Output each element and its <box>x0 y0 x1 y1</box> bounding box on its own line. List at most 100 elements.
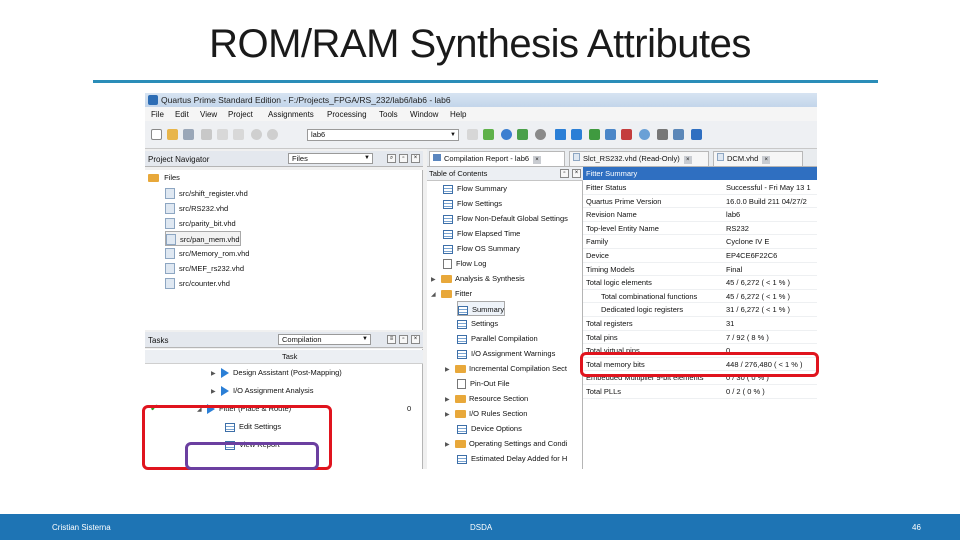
toc-item[interactable]: Flow Settings <box>443 196 502 211</box>
menu-view[interactable]: View <box>200 110 217 119</box>
vhdl-file-icon <box>165 263 175 274</box>
settings-icon[interactable] <box>517 129 528 140</box>
summary-value: 7 / 92 ( 8 % ) <box>726 332 769 342</box>
toc-item[interactable]: Settings <box>457 316 498 331</box>
close-icon[interactable]: × <box>572 169 581 178</box>
help-icon[interactable] <box>691 129 702 140</box>
summary-value: 31 / 6,272 ( < 1 % ) <box>726 305 790 315</box>
file-item-selected[interactable]: src/pan_mem.vhd <box>165 231 241 246</box>
toc-item[interactable]: Flow Elapsed Time <box>443 226 520 241</box>
toc-item[interactable]: Estimated Delay Added for H <box>457 451 567 466</box>
rtl-viewer-icon[interactable] <box>639 129 650 140</box>
close-icon[interactable]: × <box>411 154 420 163</box>
close-icon[interactable]: × <box>533 156 542 164</box>
save-icon[interactable] <box>183 129 194 140</box>
toc-folder[interactable]: ▶ I/O Rules Section <box>445 406 527 421</box>
fitter-summary-header: Fitter Summary <box>583 167 817 180</box>
start-analysis-icon[interactable] <box>571 129 582 140</box>
close-icon[interactable]: × <box>411 335 420 344</box>
files-root[interactable]: Files <box>148 170 180 185</box>
toc-folder[interactable]: ▶ Analysis & Synthesis <box>431 271 525 286</box>
programmer-icon[interactable] <box>621 129 632 140</box>
toc-item[interactable]: Pin-Out File <box>457 376 510 391</box>
task-design-assistant[interactable]: ▶ Design Assistant (Post-Mapping) <box>211 365 342 380</box>
restore-icon[interactable]: ▫ <box>399 335 408 344</box>
tab-slct-rs232[interactable]: Slct_RS232.vhd (Read-Only) × <box>569 151 709 166</box>
toc-folder[interactable]: ▶ Resource Section <box>445 391 528 406</box>
file-item[interactable]: src/counter.vhd <box>165 276 230 291</box>
menu-assignments[interactable]: Assignments <box>268 110 314 119</box>
task-io-assignment-analysis[interactable]: ▶ I/O Assignment Analysis <box>211 383 313 398</box>
flow-select[interactable]: Compilation ▼ <box>278 334 371 345</box>
stop-icon[interactable] <box>535 129 546 140</box>
paste-icon[interactable] <box>233 129 244 140</box>
file-item[interactable]: src/Memory_rom.vhd <box>165 246 249 261</box>
summary-row: Total logic elements 45 / 6,272 ( < 1 % ) <box>583 276 817 290</box>
timing-analyzer-icon[interactable] <box>589 129 600 140</box>
toc-item[interactable]: Flow Log <box>443 256 486 271</box>
chevron-right-icon: ▶ <box>211 389 216 395</box>
file-item[interactable]: src/parity_bit.vhd <box>165 216 236 231</box>
netlist-icon[interactable] <box>673 129 684 140</box>
toc-item[interactable]: Flow OS Summary <box>443 241 520 256</box>
navigator-view-select[interactable]: Files ▼ <box>288 153 373 164</box>
undo-icon[interactable] <box>251 129 262 140</box>
restore-icon[interactable]: ▫ <box>399 154 408 163</box>
menu-tools[interactable]: Tools <box>379 110 398 119</box>
menu-project[interactable]: Project <box>228 110 253 119</box>
vhdl-file-icon <box>165 203 175 214</box>
search-icon[interactable]: ⌕ <box>387 154 396 163</box>
toc-folder[interactable]: ▶ Operating Settings and Condi <box>445 436 567 451</box>
toc-item[interactable]: Device Options <box>457 421 522 436</box>
run-task-icon <box>221 368 229 379</box>
hierarchy-icon[interactable] <box>657 129 668 140</box>
summary-key: Top-level Entity Name <box>586 223 659 233</box>
settings-icon[interactable]: ≡ <box>387 335 396 344</box>
toc-label: Incremental Compilation Sect <box>469 364 567 373</box>
new-file-icon[interactable] <box>151 129 162 140</box>
menu-processing[interactable]: Processing <box>327 110 367 119</box>
file-item[interactable]: src/shift_register.vhd <box>165 186 248 201</box>
navigator-view-value: Files <box>292 154 308 163</box>
close-icon[interactable]: × <box>762 156 771 164</box>
assignment-editor-icon[interactable] <box>501 129 512 140</box>
summary-value: Successful - Fri May 13 1 <box>726 183 811 192</box>
restore-icon[interactable]: ▫ <box>560 169 569 178</box>
tab-dcm[interactable]: DCM.vhd × <box>713 151 803 166</box>
summary-key: Fitter Status <box>586 183 627 192</box>
toc-item-selected[interactable]: Summary <box>457 301 506 316</box>
menu-help[interactable]: Help <box>450 110 466 119</box>
slide-footer: Cristian Sisterna DSDA 46 <box>0 514 960 540</box>
summary-key: Total combinational functions <box>601 291 698 301</box>
tab-compilation-report[interactable]: Compilation Report - lab6 × <box>429 151 565 166</box>
vhdl-file-icon <box>165 278 175 289</box>
chip-planner-icon[interactable] <box>605 129 616 140</box>
pin-planner-icon[interactable] <box>483 129 494 140</box>
toc-item[interactable]: I/O Assignment Warnings <box>457 346 555 361</box>
file-item[interactable]: src/MEF_rs232.vhd <box>165 261 244 276</box>
toc-item[interactable]: Flow Summary <box>443 181 507 196</box>
toc-folder[interactable]: ▶ Incremental Compilation Sect <box>445 361 567 376</box>
open-folder-icon[interactable] <box>167 129 178 140</box>
redo-icon[interactable] <box>267 129 278 140</box>
copy-icon[interactable] <box>217 129 228 140</box>
menu-file[interactable]: File <box>151 110 164 119</box>
tasks-label: Tasks <box>148 336 169 345</box>
file-item[interactable]: src/RS232.vhd <box>165 201 228 216</box>
footer-author: Cristian Sisterna <box>52 523 111 532</box>
start-compilation-icon[interactable] <box>555 129 566 140</box>
revision-select[interactable]: lab6 ▼ <box>307 129 459 141</box>
file-name: src/parity_bit.vhd <box>179 219 236 228</box>
toc-item[interactable]: Flow Non-Default Global Settings <box>443 211 568 226</box>
menu-window[interactable]: Window <box>410 110 438 119</box>
toc-label: Summary <box>472 305 505 314</box>
summary-value: 16.0.0 Build 211 04/27/2 <box>726 196 807 206</box>
summary-row: Timing Models Final <box>583 263 817 277</box>
toc-folder[interactable]: ◢ Fitter <box>431 286 472 301</box>
compare-icon[interactable] <box>467 129 478 140</box>
menu-edit[interactable]: Edit <box>175 110 189 119</box>
toc-item[interactable]: Parallel Compilation <box>457 331 538 346</box>
cut-icon[interactable] <box>201 129 212 140</box>
close-icon[interactable]: × <box>683 156 692 164</box>
chevron-down-icon: ▼ <box>450 132 456 138</box>
